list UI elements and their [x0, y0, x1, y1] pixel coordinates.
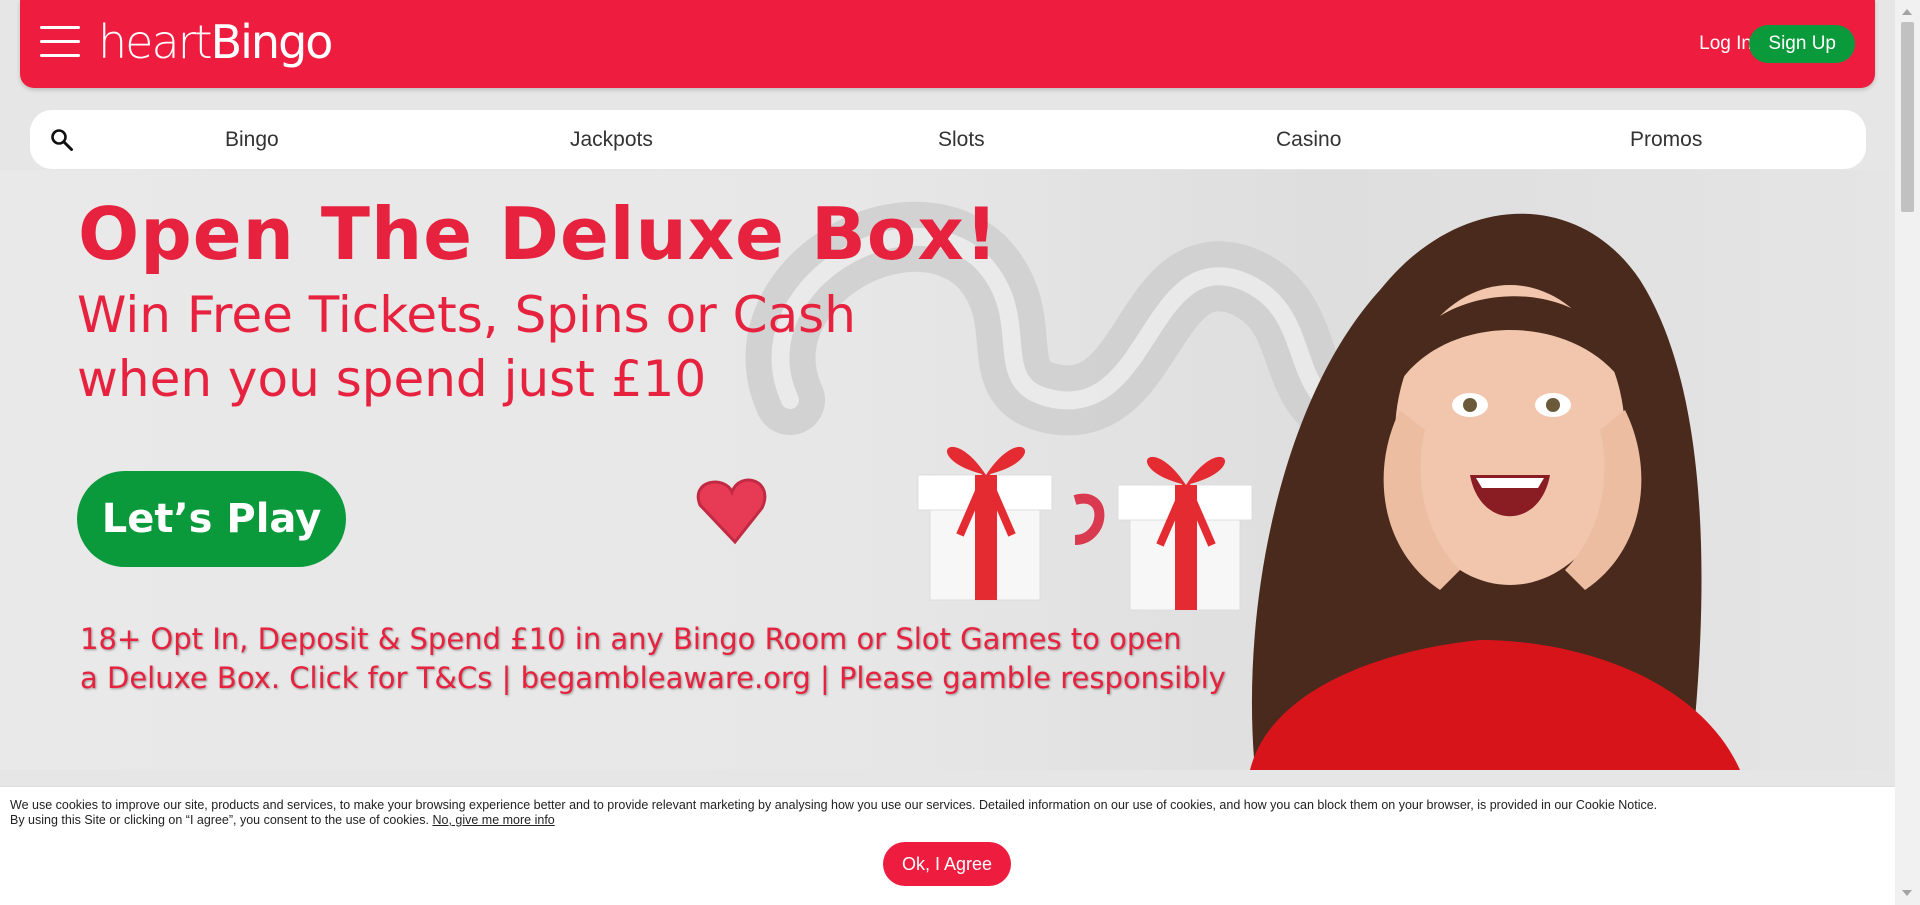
gift-box-icon [917, 446, 1053, 601]
hero-banner[interactable]: Open The Deluxe Box! Win Free Tickets, S… [0, 170, 1895, 770]
terms-line2[interactable]: a Deluxe Box. Click for T&Cs | begamblea… [80, 661, 1226, 695]
scroll-up-arrow-icon[interactable] [1902, 9, 1912, 15]
site-header: heartBingo Log In Sign Up [20, 0, 1875, 88]
excited-woman-image [1250, 213, 1740, 770]
more-info-link[interactable]: No, give me more info [432, 813, 554, 827]
vertical-scrollbar[interactable] [1895, 0, 1920, 905]
gift-box-icon [1117, 456, 1253, 611]
nav-item-casino[interactable]: Casino [1276, 128, 1341, 152]
hero-subtitle-line2: when you spend just £10 [77, 350, 707, 408]
nav-item-jackpots[interactable]: Jackpots [570, 128, 653, 152]
logo-part-heart: heart [98, 15, 213, 69]
hero-subtitle-line1: Win Free Tickets, Spins or Cash [77, 286, 856, 344]
search-icon[interactable] [50, 128, 74, 152]
cookie-text: We use cookies to improve our site, prod… [10, 798, 1657, 828]
cookie-banner: We use cookies to improve our site, prod… [0, 786, 1895, 905]
nav-item-bingo[interactable]: Bingo [225, 128, 279, 152]
signup-button[interactable]: Sign Up [1749, 25, 1855, 63]
hamburger-menu-icon[interactable] [40, 26, 80, 58]
nav-item-promos[interactable]: Promos [1630, 128, 1702, 152]
heart-bingo-logo[interactable]: heartBingo [98, 12, 334, 72]
cookie-notice-line2: By using this Site or clicking on “I agr… [10, 813, 1657, 828]
cookie-notice-line1: We use cookies to improve our site, prod… [10, 798, 1658, 812]
cookie-consent-text: By using this Site or clicking on “I agr… [10, 813, 429, 827]
scrollbar-thumb[interactable] [1901, 22, 1914, 212]
login-link[interactable]: Log In [1699, 33, 1752, 55]
page: heartBingo Log In Sign Up Bingo Jackpots… [0, 0, 1895, 905]
terms-line1[interactable]: 18+ Opt In, Deposit & Spend £10 in any B… [80, 622, 1182, 656]
logo-part-bingo: Bingo [210, 15, 334, 69]
nav-item-slots[interactable]: Slots [938, 128, 985, 152]
scroll-down-arrow-icon[interactable] [1902, 890, 1912, 896]
agree-button[interactable]: Ok, I Agree [883, 842, 1011, 886]
heart-decoration [696, 478, 767, 545]
lets-play-button[interactable]: Let’s Play [77, 471, 346, 567]
hero-title: Open The Deluxe Box! [78, 192, 999, 276]
main-nav: Bingo Jackpots Slots Casino Promos [30, 110, 1866, 169]
